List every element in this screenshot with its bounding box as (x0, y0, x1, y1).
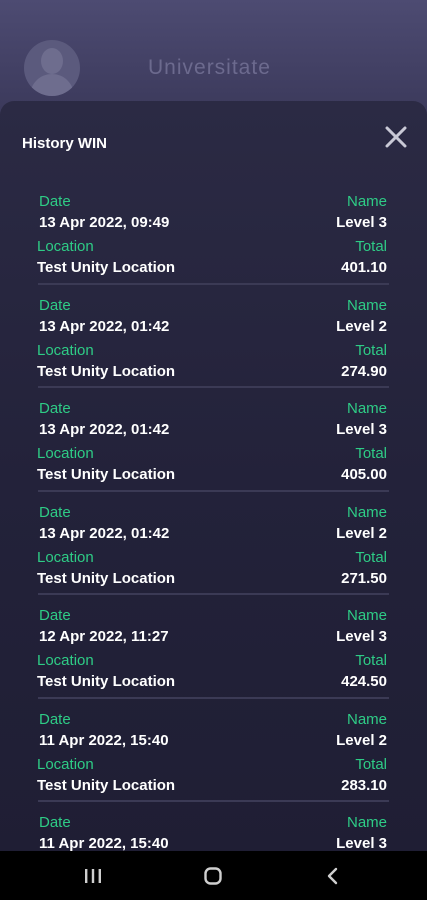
name-value: Level 2 (336, 731, 387, 749)
name-value: Level 2 (336, 524, 387, 542)
back-button[interactable] (313, 863, 353, 889)
home-icon (204, 867, 222, 885)
name-label: Name (346, 503, 387, 521)
recent-apps-button[interactable] (73, 863, 113, 889)
location-label: Location (37, 755, 94, 773)
total-label: Total (355, 652, 387, 669)
history-sheet: History WIN Date 13 Apr 2022, 09:49 Locati… (0, 101, 427, 861)
name-value: Level 3 (336, 421, 387, 438)
location-value: Test Unity Location (37, 466, 176, 483)
date-value: 13 Apr 2022, 01:42 (39, 317, 170, 335)
location-value: Test Unity Location (37, 259, 176, 276)
location-value: Test Unity Location (37, 362, 176, 380)
date-label: Date (39, 193, 71, 210)
date-value: 13 Apr 2022, 09:49 (39, 214, 170, 231)
location-label: Location (37, 652, 94, 669)
name-label: Name (346, 710, 387, 728)
location-value: Test Unity Location (37, 776, 176, 794)
history-entry[interactable]: Date 13 Apr 2022, 01:42 Location Test Unity… (0, 492, 427, 595)
location-value: Test Unity Location (37, 569, 176, 587)
date-value: 13 Apr 2022, 01:42 (39, 524, 170, 542)
history-entry[interactable]: Date 13 Apr 2022, 01:42 Location Test Unity… (0, 285, 427, 388)
close-button[interactable] (380, 121, 412, 153)
recent-apps-icon (85, 869, 101, 883)
sheet-title: History WIN (22, 135, 108, 152)
date-label: Date (39, 400, 71, 417)
history-entry[interactable]: Date 13 Apr 2022, 01:42 Location Test Unity… (0, 388, 427, 492)
background-title: Universitate (148, 56, 271, 79)
history-entry[interactable]: Date 13 Apr 2022, 09:49 Location Test Unity… (0, 181, 427, 285)
location-label: Location (37, 238, 94, 255)
total-value: 401.10 (341, 259, 387, 276)
name-label: Name (346, 400, 387, 417)
total-label: Total (355, 341, 387, 359)
navigation-bar (0, 851, 427, 900)
location-label: Location (37, 341, 94, 359)
total-value: 271.50 (341, 569, 387, 587)
home-button[interactable] (193, 863, 233, 889)
date-value: 11 Apr 2022, 15:40 (39, 731, 169, 749)
name-value: Level 3 (336, 835, 387, 852)
date-label: Date (39, 607, 71, 624)
name-value: Level 3 (336, 628, 387, 645)
total-value: 274.90 (341, 362, 387, 380)
history-entry[interactable]: Date 11 Apr 2022, 15:40 Location Test Unity… (0, 699, 427, 802)
location-label: Location (37, 548, 94, 566)
total-value: 424.50 (341, 673, 387, 690)
name-label: Name (346, 296, 387, 314)
name-value: Level 2 (336, 317, 387, 335)
total-label: Total (355, 445, 387, 462)
avatar (24, 40, 80, 96)
back-icon (327, 867, 338, 885)
history-entry[interactable]: Date 12 Apr 2022, 11:27 Location Test Unity… (0, 595, 427, 699)
close-icon (385, 126, 407, 148)
total-label: Total (355, 238, 387, 255)
total-label: Total (355, 548, 387, 566)
date-value: 11 Apr 2022, 15:40 (39, 835, 169, 852)
date-value: 13 Apr 2022, 01:42 (39, 421, 170, 438)
name-label: Name (346, 193, 387, 210)
name-label: Name (346, 814, 387, 831)
total-value: 405.00 (341, 466, 387, 483)
location-label: Location (37, 445, 94, 462)
date-label: Date (39, 814, 71, 831)
location-value: Test Unity Location (37, 673, 176, 690)
date-value: 12 Apr 2022, 11:27 (39, 628, 169, 645)
total-label: Total (355, 755, 387, 773)
date-label: Date (39, 710, 71, 728)
name-value: Level 3 (336, 214, 387, 231)
date-label: Date (39, 503, 71, 521)
history-list[interactable]: Date 13 Apr 2022, 09:49 Location Test Unity… (0, 181, 427, 861)
name-label: Name (346, 607, 387, 624)
total-value: 283.10 (341, 776, 387, 794)
date-label: Date (39, 296, 71, 314)
